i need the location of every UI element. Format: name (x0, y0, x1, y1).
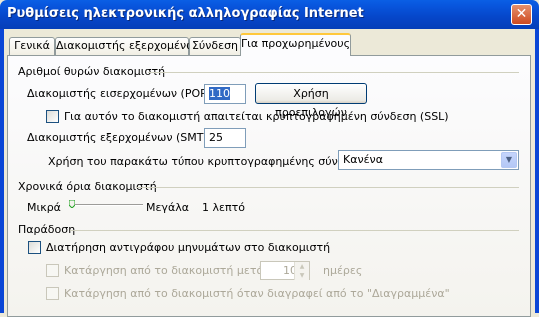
remove-after-label: Κατάργηση από το διακομιστή μετά από (64, 264, 288, 277)
tab-connection[interactable]: Σύνδεση (189, 37, 241, 55)
tab-outgoing-server[interactable]: Διακομιστής εξερχομένων (55, 37, 202, 55)
tab-outgoing-server-label: Διακομιστής εξερχομένων (56, 39, 202, 52)
encryption-type-select[interactable]: Κανένα ▼ (338, 150, 519, 170)
incoming-port-value: 110 (209, 87, 230, 100)
chevron-down-icon[interactable]: ▼ (501, 152, 517, 168)
window-frame-right (535, 29, 539, 313)
outgoing-port-input[interactable]: 25 (204, 128, 246, 148)
encryption-type-value: Κανένα (343, 153, 383, 166)
spinner-up-icon[interactable]: ▲ (294, 262, 309, 271)
tab-advanced-label: Για προχωρημένους (241, 37, 351, 50)
title-bar[interactable]: Ρυθμίσεις ηλεκτρονικής αλληλογραφίας Int… (0, 0, 539, 29)
close-button[interactable]: ✕ (511, 4, 532, 25)
timeout-value: 1 λεπτό (202, 201, 245, 214)
leave-copy-label: Διατήρηση αντιγράφου μηνυμάτων στο διακο… (46, 241, 331, 254)
server-ports-heading: Αριθμοί θυρών διακομιστή (18, 65, 166, 78)
incoming-port-input[interactable]: 110 (204, 84, 246, 104)
timeout-slider-thumb[interactable] (68, 198, 76, 209)
delivery-heading: Παράδοση (18, 223, 76, 236)
remove-after-days-spinner[interactable]: 10 ▲ ▼ (260, 261, 310, 280)
remove-deleted-label: Κατάργηση από το διακομιστή όταν διαγραφ… (64, 287, 450, 300)
server-ports-divider (148, 72, 519, 73)
timeout-long-label: Μεγάλα (146, 201, 189, 214)
remove-after-checkbox[interactable] (46, 264, 59, 277)
outgoing-port-value: 25 (209, 131, 223, 144)
tab-general-label: Γενικά (14, 39, 50, 52)
delivery-divider (70, 230, 519, 231)
days-label: ημέρες (323, 264, 363, 277)
timeouts-divider (136, 187, 519, 188)
timeout-short-label: Μικρά (27, 201, 61, 214)
use-defaults-button[interactable]: Χρήση προεπιλογών (255, 83, 367, 119)
ssl-label: Για αυτόν το διακομιστή απαιτείται κρυπτ… (64, 110, 449, 123)
tab-connection-label: Σύνδεση (191, 39, 239, 52)
close-icon: ✕ (515, 6, 528, 22)
window-title: Ρυθμίσεις ηλεκτρονικής αλληλογραφίας Int… (7, 6, 364, 21)
spinner-down-icon[interactable]: ▼ (294, 271, 309, 280)
outgoing-port-label: Διακομιστής εξερχομένων (SMTP): (27, 131, 219, 144)
incoming-port-label: Διακομιστής εισερχομένων (POP3): (27, 87, 222, 100)
leave-copy-checkbox[interactable] (28, 241, 41, 254)
window-frame-left (0, 29, 4, 313)
encryption-type-label: Χρήση του παρακάτω τύπου κρυπτογραφημένη… (48, 155, 375, 168)
timeout-slider-track[interactable] (69, 204, 143, 206)
tab-general[interactable]: Γενικά (9, 37, 55, 55)
tab-advanced[interactable]: Για προχωρημένους (240, 33, 351, 56)
ssl-checkbox[interactable] (46, 110, 59, 123)
remove-deleted-checkbox[interactable] (46, 287, 59, 300)
